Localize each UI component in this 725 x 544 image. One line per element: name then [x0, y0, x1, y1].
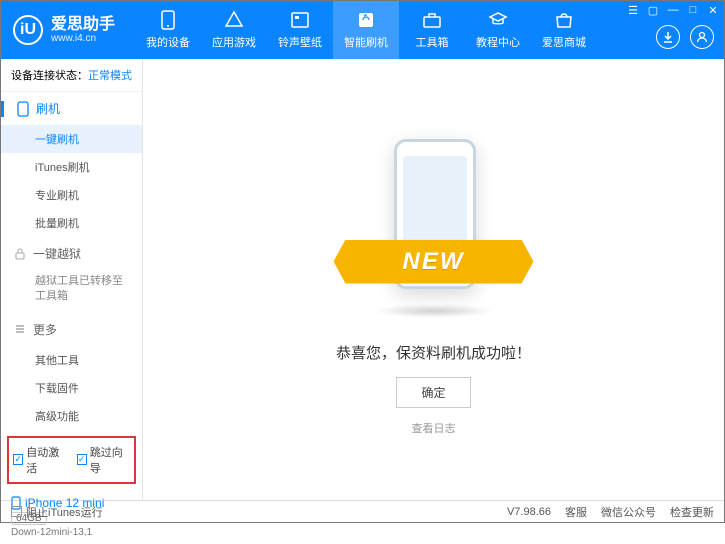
nav-apps[interactable]: 应用游戏: [201, 1, 267, 59]
brand-logo: iU 爱思助手 www.i4.cn: [13, 15, 115, 45]
sidebar-item-oneclick[interactable]: 一键刷机: [1, 125, 142, 153]
sidebar-jailbreak-header[interactable]: 一键越狱: [1, 237, 142, 270]
nav-label: 我的设备: [146, 34, 190, 50]
nav-flash[interactable]: 智能刷机: [333, 1, 399, 59]
lock-icon: [13, 247, 27, 261]
sidebar-more-header[interactable]: 更多: [1, 313, 142, 346]
close-icon[interactable]: ✕: [706, 3, 720, 17]
nav-toolbox[interactable]: 工具箱: [399, 1, 465, 59]
apps-icon: [224, 10, 244, 30]
nav-label: 应用游戏: [212, 34, 256, 50]
block-itunes-label: 阻止iTunes运行: [26, 504, 103, 520]
skin-icon[interactable]: ▢: [646, 3, 660, 17]
tutorial-icon: [488, 10, 508, 30]
brand-url: www.i4.cn: [51, 33, 115, 44]
sidebar-item-pro[interactable]: 专业刷机: [1, 181, 142, 209]
nav-my-device[interactable]: 我的设备: [135, 1, 201, 59]
checkbox-block-itunes[interactable]: 阻止iTunes运行: [11, 504, 103, 520]
skip-guide-label: 跳过向导: [90, 444, 130, 476]
view-log-link[interactable]: 查看日志: [412, 420, 456, 436]
sidebar-item-firmware[interactable]: 下载固件: [1, 374, 142, 402]
nav-ringtone[interactable]: 铃声壁纸: [267, 1, 333, 59]
list-icon: [13, 322, 27, 336]
success-message: 恭喜您，保资料刷机成功啦！: [336, 342, 531, 363]
auto-activate-label: 自动激活: [26, 444, 66, 476]
footer-link-wechat[interactable]: 微信公众号: [601, 504, 656, 520]
new-ribbon: NEW: [334, 240, 534, 284]
logo-icon: iU: [13, 15, 43, 45]
connection-status: 设备连接状态：正常模式: [1, 59, 142, 92]
download-icon[interactable]: [656, 25, 680, 49]
success-illustration: NEW: [324, 134, 544, 314]
conn-value: 正常模式: [88, 70, 132, 82]
sidebar-jailbreak-label: 一键越狱: [33, 245, 81, 262]
maximize-icon[interactable]: □: [686, 3, 700, 17]
conn-label: 设备连接状态：: [11, 70, 88, 82]
sidebar-item-batch[interactable]: 批量刷机: [1, 209, 142, 237]
sidebar-item-other[interactable]: 其他工具: [1, 346, 142, 374]
sidebar-item-itunes[interactable]: iTunes刷机: [1, 153, 142, 181]
main-content: NEW 恭喜您，保资料刷机成功啦！ 确定 查看日志: [143, 59, 724, 500]
device-down: Down-12mini-13,1: [11, 527, 132, 538]
sidebar-flash-header[interactable]: 刷机: [1, 92, 142, 125]
menu-icon[interactable]: ☰: [626, 3, 640, 17]
nav-label: 教程中心: [476, 34, 520, 50]
sidebar: 设备连接状态：正常模式 刷机 一键刷机 iTunes刷机 专业刷机 批量刷机 一…: [1, 59, 143, 500]
toolbox-icon: [422, 10, 442, 30]
flash-icon: [356, 10, 376, 30]
user-icon[interactable]: [690, 25, 714, 49]
nav-store[interactable]: 爱思商城: [531, 1, 597, 59]
sidebar-flash-label: 刷机: [36, 100, 60, 117]
options-row: ✓自动激活 ✓跳过向导: [7, 436, 136, 484]
footer-link-update[interactable]: 检查更新: [670, 504, 714, 520]
store-icon: [554, 10, 574, 30]
ok-button[interactable]: 确定: [396, 377, 470, 408]
phone-icon: [158, 10, 178, 30]
window-controls: ☰ ▢ — □ ✕: [626, 3, 720, 17]
sidebar-more-label: 更多: [33, 321, 57, 338]
wallpaper-icon: [290, 10, 310, 30]
checkbox-skip-guide[interactable]: ✓跳过向导: [77, 444, 131, 476]
minimize-icon[interactable]: —: [666, 3, 680, 17]
nav-label: 铃声壁纸: [278, 34, 322, 50]
app-header: iU 爱思助手 www.i4.cn 我的设备 应用游戏 铃声壁纸 智能刷机 工具…: [1, 1, 724, 59]
nav-label: 爱思商城: [542, 34, 586, 50]
nav-label: 工具箱: [416, 34, 449, 50]
footer-link-support[interactable]: 客服: [565, 504, 587, 520]
version-label: V7.98.66: [507, 506, 551, 518]
sidebar-item-advanced[interactable]: 高级功能: [1, 402, 142, 430]
brand-name: 爱思助手: [51, 16, 115, 34]
nav-label: 智能刷机: [344, 34, 388, 50]
checkbox-auto-activate[interactable]: ✓自动激活: [13, 444, 67, 476]
top-nav: 我的设备 应用游戏 铃声壁纸 智能刷机 工具箱 教程中心 爱思商城: [135, 1, 597, 59]
phone-outline-icon: [16, 102, 30, 116]
jailbreak-note: 越狱工具已转移至工具箱: [1, 270, 142, 313]
nav-tutorial[interactable]: 教程中心: [465, 1, 531, 59]
